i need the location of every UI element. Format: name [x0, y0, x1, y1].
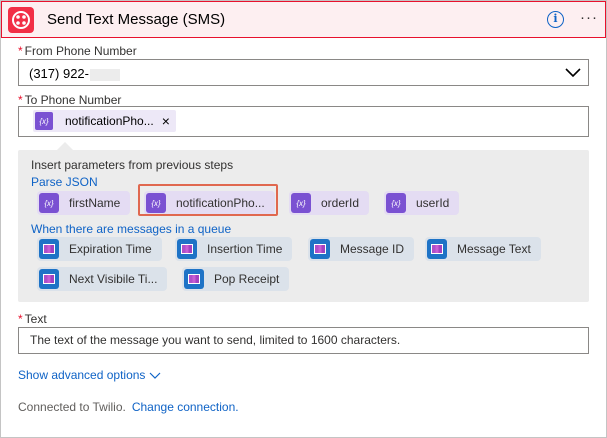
param-chip[interactable]: {x} firstName [37, 191, 131, 215]
required-mark: * [18, 44, 23, 58]
param-chip-label: firstName [69, 196, 121, 210]
to-phone-label-text: To Phone Number [24, 93, 122, 107]
expression-icon: {x} [291, 193, 311, 213]
to-phone-token[interactable]: {x} notificationPho... × [33, 110, 176, 132]
param-chip-label: orderId [321, 196, 360, 210]
from-phone-label: * From Phone Number [18, 44, 137, 58]
param-chip[interactable]: Next Visibile Ti... [37, 267, 168, 291]
queue-icon [184, 269, 204, 289]
more-options-icon[interactable]: ··· [580, 9, 598, 26]
action-card: Send Text Message (SMS) i ··· * From Phon… [0, 0, 607, 438]
param-chip-label: Next Visibile Ti... [69, 272, 158, 286]
param-chip-label: Insertion Time [207, 242, 283, 256]
param-chip-label: Message ID [340, 242, 405, 256]
expression-icon: {x} [39, 193, 59, 213]
queue-icon [39, 239, 59, 259]
chevron-down-icon [150, 372, 161, 379]
queue-icon [177, 239, 197, 259]
param-chip[interactable]: Insertion Time [175, 237, 293, 261]
param-chip-label: userId [416, 196, 450, 210]
required-mark: * [18, 93, 23, 107]
expression-icon: {x} [35, 112, 53, 130]
to-phone-token-label: notificationPho... [65, 114, 154, 128]
connected-status: Connected to Twilio. [18, 400, 126, 414]
card-title: Send Text Message (SMS) [47, 11, 226, 28]
param-chip[interactable]: Message Text [425, 237, 541, 261]
show-advanced-options-label: Show advanced options [18, 368, 146, 382]
card-header[interactable]: Send Text Message (SMS) i ··· [1, 1, 606, 38]
to-phone-input[interactable]: {x} notificationPho... × [18, 106, 589, 137]
param-chip-label: Pop Receipt [214, 272, 280, 286]
param-chip[interactable]: Expiration Time [37, 237, 162, 261]
param-chip-label: Expiration Time [69, 242, 152, 256]
info-icon[interactable]: i [547, 11, 564, 28]
param-chip-label: Message Text [457, 242, 531, 256]
from-phone-value: (317) 922- [29, 66, 120, 81]
param-chip[interactable]: Message ID [308, 237, 415, 261]
connection-info: Connected to Twilio. Change connection. [18, 400, 239, 414]
change-connection-link[interactable]: Change connection. [132, 400, 239, 414]
param-chip[interactable]: Pop Receipt [182, 267, 290, 291]
param-chip[interactable]: {x} orderId [289, 191, 370, 215]
dynamic-content-panel: Insert parameters from previous steps Pa… [18, 150, 589, 302]
message-text-input[interactable]: The text of the message you want to send… [18, 327, 589, 354]
queue-icon [427, 239, 447, 259]
section-parse-json: Parse JSON [31, 175, 98, 189]
from-phone-value-text: (317) 922- [29, 66, 89, 81]
from-phone-select[interactable]: (317) 922- [18, 59, 589, 86]
selected-param-highlight [138, 184, 278, 216]
show-advanced-options-link[interactable]: Show advanced options [18, 368, 161, 382]
remove-token-icon[interactable]: × [162, 113, 170, 129]
expression-icon: {x} [386, 193, 406, 213]
to-phone-label: * To Phone Number [18, 93, 121, 107]
param-chip[interactable]: {x} userId [384, 191, 460, 215]
panel-heading: Insert parameters from previous steps [31, 158, 234, 172]
required-mark: * [18, 312, 23, 326]
from-phone-label-text: From Phone Number [24, 44, 137, 58]
chevron-down-icon[interactable] [565, 67, 581, 79]
twilio-logo-icon [8, 7, 34, 33]
message-text-placeholder: The text of the message you want to send… [30, 333, 401, 347]
queue-icon [310, 239, 330, 259]
section-queue: When there are messages in a queue [31, 222, 232, 236]
redacted-mask [89, 68, 120, 81]
text-label-text: Text [24, 312, 47, 326]
queue-icon [39, 269, 59, 289]
text-label: * Text [18, 312, 47, 326]
